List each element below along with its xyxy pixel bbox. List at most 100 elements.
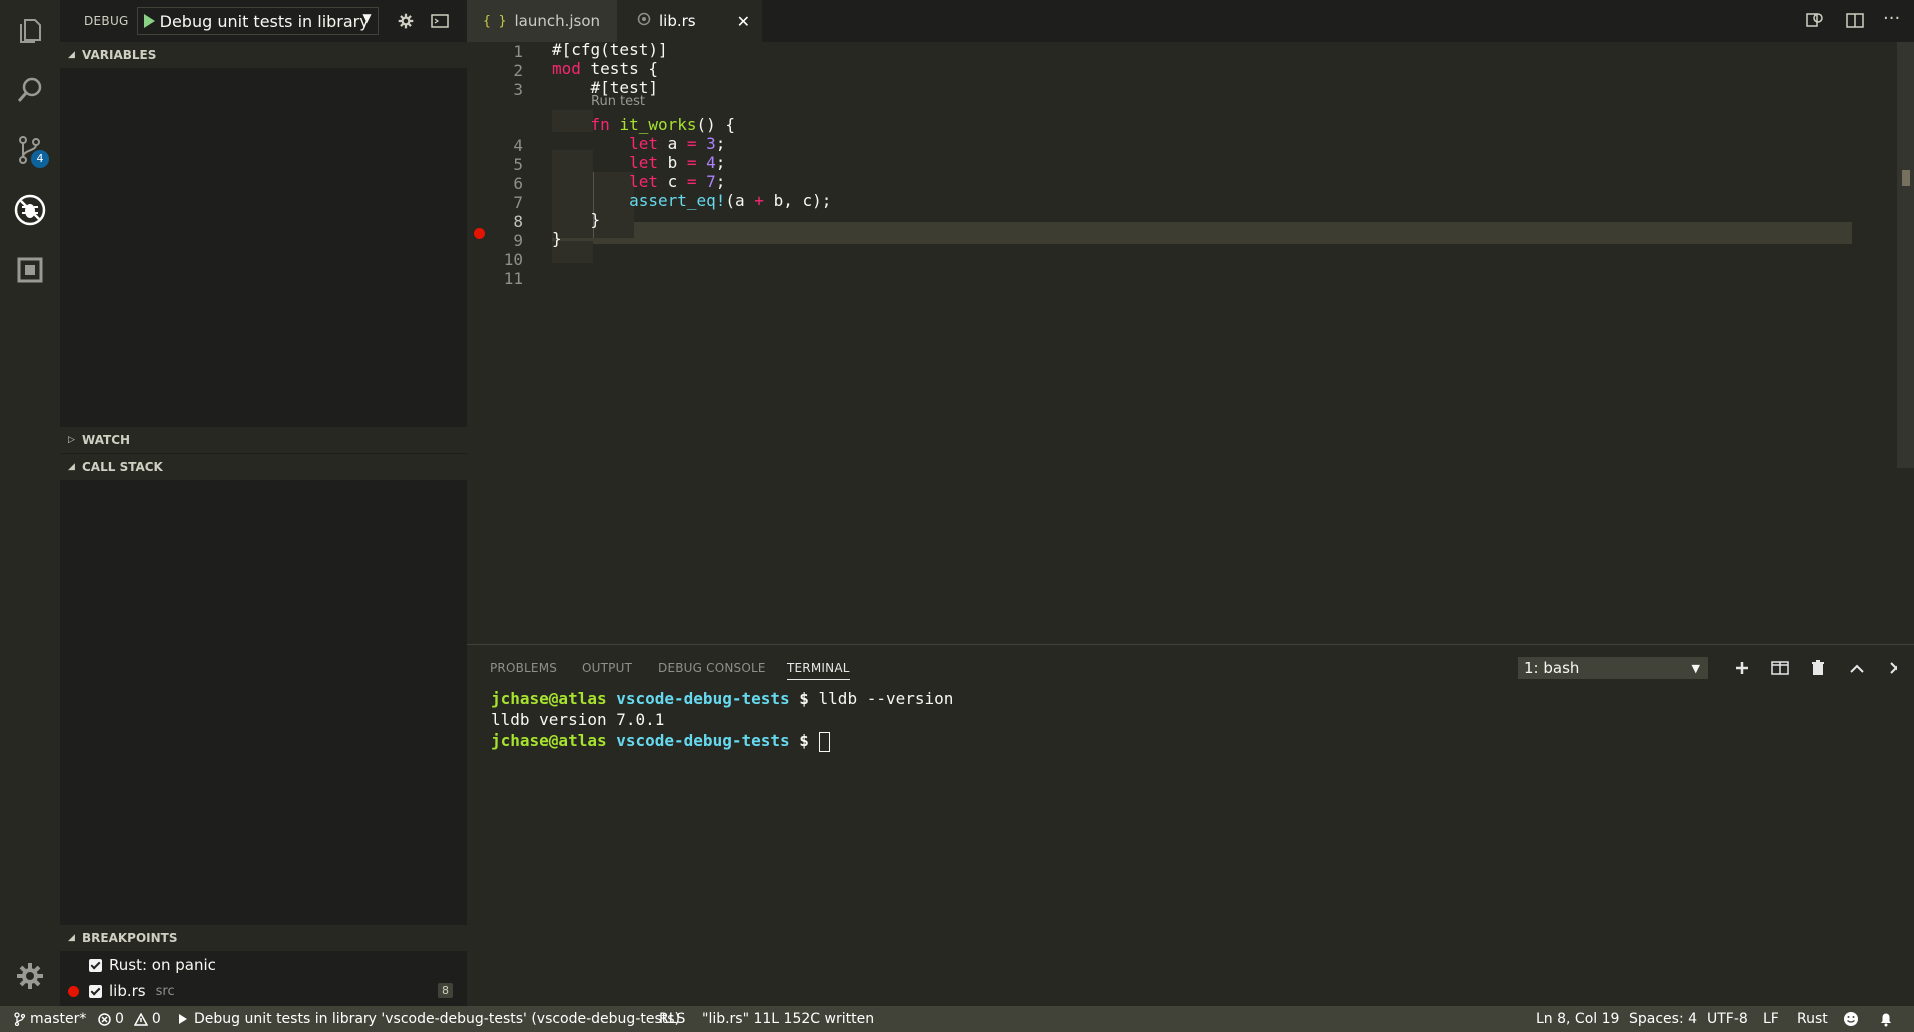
split-terminal-icon[interactable] xyxy=(1767,655,1793,681)
chevron-down-icon: ▼ xyxy=(362,11,372,25)
new-terminal-plus-icon[interactable] xyxy=(1729,655,1755,681)
breakpoint-label: lib.rs xyxy=(109,982,146,1000)
start-debug-icon[interactable] xyxy=(138,13,160,29)
tab-problems[interactable]: PROBLEMS xyxy=(490,661,557,675)
extensions-icon[interactable] xyxy=(0,240,60,300)
branch-indicator[interactable]: master* xyxy=(14,1006,86,1032)
manage-gear-icon[interactable] xyxy=(0,946,60,1006)
debug-icon[interactable] xyxy=(0,180,60,240)
encoding[interactable]: UTF-8 xyxy=(1707,1006,1748,1032)
warning-icon xyxy=(133,1012,148,1026)
breakpoint-row[interactable]: Rust: on panic xyxy=(60,952,467,978)
watch-title: WATCH xyxy=(82,433,131,447)
debug-toolbar: DEBUG Debug unit tests in library ▼ xyxy=(60,0,467,42)
feedback-smiley-icon[interactable] xyxy=(1843,1006,1859,1032)
collapsed-triangle-icon: ▷ xyxy=(68,435,75,445)
line-number: 4 xyxy=(513,136,523,155)
source-control-icon[interactable] xyxy=(0,120,60,180)
line-number: 3 xyxy=(513,80,523,99)
panel-scrollbar[interactable] xyxy=(1897,645,1914,1007)
explorer-icon[interactable] xyxy=(0,0,60,60)
tab-debug-console[interactable]: DEBUG CONSOLE xyxy=(658,661,766,675)
line-ending[interactable]: LF xyxy=(1763,1006,1779,1032)
breakpoint-line-badge: 8 xyxy=(438,983,453,998)
line-number: 8 xyxy=(513,212,523,231)
variables-list xyxy=(60,68,467,426)
expanded-triangle-icon: ◢ xyxy=(68,933,75,943)
tab-terminal[interactable]: TERMINAL xyxy=(787,661,850,680)
breakpoint-dot-icon xyxy=(68,985,79,997)
error-icon xyxy=(98,1012,111,1026)
chevron-down-icon: ▼ xyxy=(1691,661,1700,675)
tab-label: lib.rs xyxy=(659,12,696,30)
watch-section-header[interactable]: ▷ WATCH xyxy=(60,427,467,453)
terminal-select[interactable]: 1: bash ▼ xyxy=(1518,657,1708,679)
breakpoint-checkbox[interactable] xyxy=(89,958,102,972)
variables-section-header[interactable]: ◢ VARIABLES xyxy=(60,42,467,68)
terminal-cursor xyxy=(818,731,830,752)
notifications-bell-icon[interactable] xyxy=(1879,1006,1893,1032)
terminal-line-3[interactable]: jchase@atlas vscode-debug-tests $ xyxy=(491,731,830,752)
status-bar: master* 0 0 Debug unit tests in library … xyxy=(0,1006,1914,1032)
close-icon[interactable]: ✕ xyxy=(737,12,750,31)
error-count: 0 xyxy=(115,1011,124,1027)
git-branch-icon xyxy=(14,1012,26,1026)
rust-icon xyxy=(637,12,651,30)
activity-bar: 4 xyxy=(0,0,60,1006)
line-number: 10 xyxy=(503,250,523,269)
search-icon[interactable] xyxy=(0,60,60,120)
tab-lib-rs[interactable]: lib.rs ✕ xyxy=(617,0,762,42)
debug-console-icon[interactable] xyxy=(425,6,455,36)
prompt-user: jchase@atlas xyxy=(491,689,607,708)
editor-scrollbar[interactable] xyxy=(1897,42,1914,468)
open-changes-icon[interactable] xyxy=(1805,10,1829,34)
prompt-symbol: $ xyxy=(799,689,809,708)
split-editor-icon[interactable] xyxy=(1845,10,1869,34)
indentation[interactable]: Spaces: 4 xyxy=(1629,1006,1697,1032)
run-test-codelens[interactable]: Run test xyxy=(591,94,645,109)
prompt-path: vscode-debug-tests xyxy=(616,731,790,750)
debug-config-name: Debug unit tests in library xyxy=(159,11,369,31)
expanded-triangle-icon: ◢ xyxy=(68,462,75,472)
maximize-panel-icon[interactable] xyxy=(1844,655,1870,681)
debug-sidebar: DEBUG Debug unit tests in library ▼ ◢ VA… xyxy=(60,0,467,1006)
debug-status[interactable]: Debug unit tests in library 'vscode-debu… xyxy=(178,1006,680,1032)
tab-launch-json[interactable]: { } launch.json xyxy=(467,0,617,42)
terminal-line-1: jchase@atlas vscode-debug-tests $ lldb -… xyxy=(491,689,953,708)
expanded-triangle-icon: ◢ xyxy=(68,50,75,60)
language-mode[interactable]: Rust xyxy=(1797,1006,1828,1032)
more-actions-icon[interactable]: ··· xyxy=(1883,8,1907,32)
call-stack-title: CALL STACK xyxy=(82,460,163,474)
breakpoint-source: src xyxy=(155,983,175,999)
scm-badge: 4 xyxy=(31,150,49,168)
code-editor[interactable]: 1 2 3 4 5 6 7 8 9 10 11 #[cfg(test)] mod… xyxy=(467,40,1914,644)
line-number: 2 xyxy=(513,61,523,80)
call-stack-list xyxy=(60,480,467,925)
debug-status-text: Debug unit tests in library 'vscode-debu… xyxy=(194,1011,681,1027)
breakpoints-title: BREAKPOINTS xyxy=(82,931,178,945)
breakpoint-checkbox[interactable] xyxy=(89,984,102,998)
terminal-command: lldb --version xyxy=(808,689,954,708)
tab-label: launch.json xyxy=(514,12,601,30)
rls-status[interactable]: RLS xyxy=(659,1006,685,1032)
editor-tab-bar: { } launch.json lib.rs ✕ ··· xyxy=(467,0,1914,42)
breakpoint-label: Rust: on panic xyxy=(109,956,216,974)
terminal-output: lldb version 7.0.1 xyxy=(491,710,665,729)
line-number: 6 xyxy=(513,174,523,193)
breakpoint-row[interactable]: lib.rs src 8 xyxy=(60,978,467,1004)
debug-config-select[interactable]: Debug unit tests in library ▼ xyxy=(136,7,379,35)
code-line-10: } xyxy=(552,229,562,248)
debug-settings-gear-icon[interactable] xyxy=(391,6,421,36)
tab-output[interactable]: OUTPUT xyxy=(582,661,632,675)
bottom-panel: PROBLEMS OUTPUT DEBUG CONSOLE TERMINAL 1… xyxy=(467,644,1914,1007)
cursor-position[interactable]: Ln 8, Col 19 xyxy=(1536,1006,1619,1032)
prompt-path: vscode-debug-tests xyxy=(616,689,790,708)
breakpoints-section-header[interactable]: ◢ BREAKPOINTS xyxy=(60,925,467,951)
file-written-status: "lib.rs" 11L 152C written xyxy=(702,1011,875,1027)
call-stack-section-header[interactable]: ◢ CALL STACK xyxy=(60,454,467,480)
problems-indicator[interactable]: 0 0 xyxy=(98,1006,161,1032)
branch-name: master* xyxy=(30,1011,87,1027)
play-icon xyxy=(179,1014,187,1024)
trash-icon[interactable] xyxy=(1805,655,1831,681)
prompt-user: jchase@atlas xyxy=(491,731,607,750)
